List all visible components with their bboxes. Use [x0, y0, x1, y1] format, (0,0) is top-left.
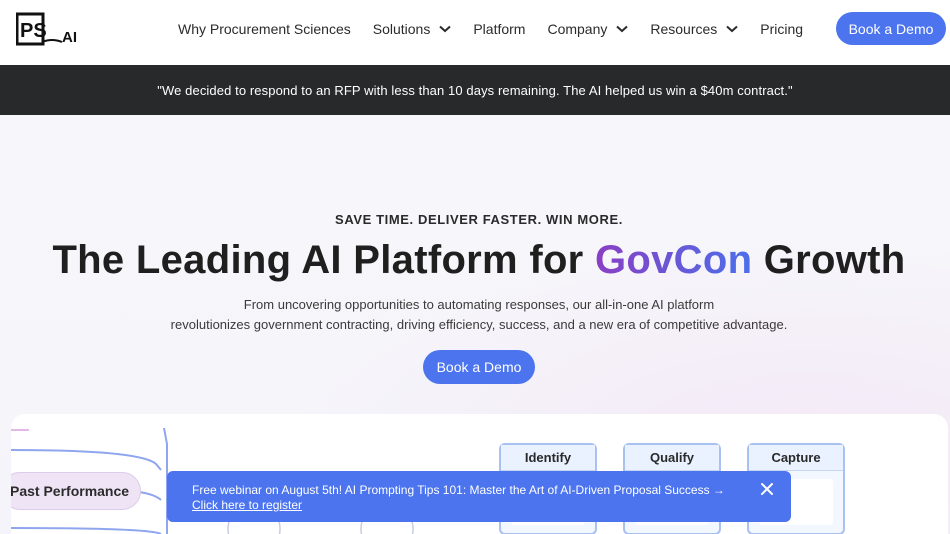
hero-eyebrow: SAVE TIME. DELIVER FASTER. WIN MORE.: [335, 212, 623, 227]
headline-part-2: Growth: [752, 238, 906, 282]
nav-item-label: Pricing: [760, 21, 804, 37]
logo-mark: PS AI: [15, 12, 77, 46]
headline-accent: GovCon: [594, 238, 753, 282]
toast-text: Free webinar on August 5th! AI Prompting…: [192, 483, 725, 513]
nav-item-why[interactable]: Why Procurement Sciences: [178, 21, 351, 37]
hero-subtext-line: revolutionizes government contracting, d…: [170, 316, 788, 332]
site-header: PS AI Why Procurement Sciences Solutions…: [0, 0, 950, 65]
testimonial-banner: "We decided to respond to an RFP with le…: [0, 65, 950, 115]
logo-text: PS: [20, 20, 47, 42]
close-icon[interactable]: [759, 481, 775, 497]
register-link[interactable]: Click here to register: [192, 498, 725, 513]
logo-suffix: AI: [62, 29, 77, 46]
nav-item-platform[interactable]: Platform: [473, 21, 525, 37]
main-nav: Why Procurement Sciences Solutions Platf…: [178, 0, 825, 58]
nav-item-resources[interactable]: Resources: [650, 21, 738, 37]
nav-item-label: Why Procurement Sciences: [178, 21, 351, 37]
stage-label: Identify: [501, 445, 595, 471]
book-demo-button[interactable]: Book a Demo: [836, 12, 946, 45]
pill-label: Past Performance: [11, 483, 130, 499]
nav-item-solutions[interactable]: Solutions: [373, 21, 452, 37]
nav-item-label: Solutions: [372, 21, 431, 37]
webinar-toast: Free webinar on August 5th! AI Prompting…: [167, 471, 791, 522]
nav-item-company[interactable]: Company: [547, 21, 629, 37]
hero-headline: The Leading AI Platform for GovCon Growt…: [0, 236, 950, 284]
hero-subtext-line: From uncovering opportunities to automat…: [243, 297, 715, 312]
chevron-down-icon: [616, 25, 629, 33]
nav-item-label: Resources: [650, 21, 718, 37]
toast-message: Free webinar on August 5th! AI Prompting…: [192, 483, 725, 497]
headline-part-1: The Leading AI Platform for: [52, 238, 595, 282]
chevron-down-icon: [439, 25, 451, 33]
nav-item-pricing[interactable]: Pricing: [760, 21, 803, 37]
testimonial-text: "We decided to respond to an RFP with le…: [157, 82, 793, 98]
stage-label: Capture: [749, 445, 843, 471]
logo[interactable]: PS AI: [15, 12, 82, 48]
nav-item-label: Platform: [473, 21, 526, 37]
past-performance-pill: Past Performance: [11, 472, 141, 510]
hero-book-demo-button[interactable]: Book a Demo: [423, 350, 535, 384]
nav-item-label: Company: [547, 21, 608, 37]
hero-subtext: From uncovering opportunities to automat…: [0, 295, 950, 334]
chevron-down-icon: [726, 25, 738, 33]
stage-label: Qualify: [625, 445, 719, 471]
